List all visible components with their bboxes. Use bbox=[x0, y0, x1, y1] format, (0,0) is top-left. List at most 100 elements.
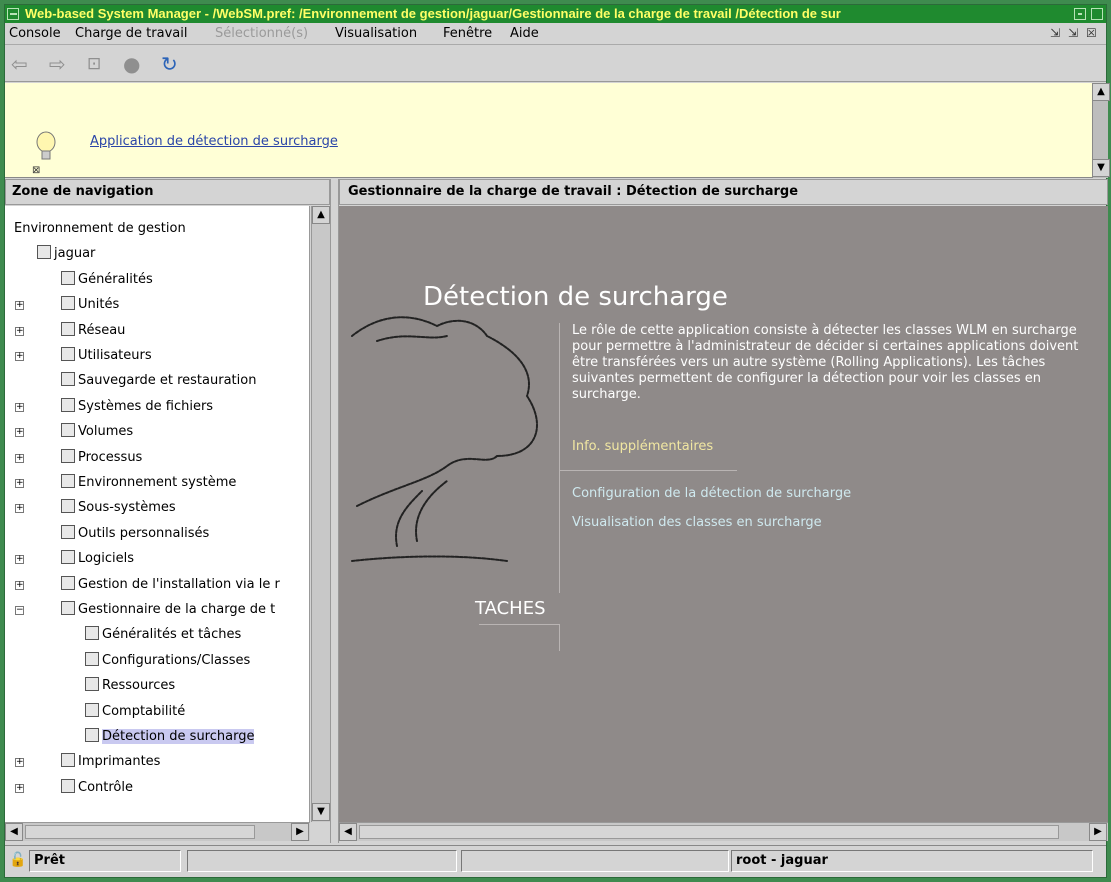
nav-item[interactable]: Volumes bbox=[61, 422, 133, 442]
nav-horizontal-scrollbar[interactable]: ◀ ▶ bbox=[5, 822, 310, 841]
nav-item[interactable]: Comptabilité bbox=[85, 702, 185, 722]
minimize-icon[interactable] bbox=[1074, 8, 1086, 20]
subsystems-icon bbox=[61, 499, 75, 514]
nav-item-label: Unités bbox=[78, 297, 120, 313]
scroll-right-icon[interactable]: ▶ bbox=[291, 823, 309, 841]
nav-item-label: Réseau bbox=[78, 322, 126, 338]
tips-scrollbar[interactable]: ▲ ▼ bbox=[1092, 83, 1110, 178]
nav-item[interactable]: Détection de surcharge bbox=[85, 727, 255, 747]
folder-icon bbox=[61, 397, 75, 412]
nav-item[interactable]: Contrôle bbox=[61, 778, 133, 798]
expand-icon[interactable]: + bbox=[15, 301, 24, 311]
nav-item[interactable]: Imprimantes bbox=[61, 752, 160, 772]
nav-item[interactable]: Gestionnaire de la charge de t bbox=[61, 600, 275, 620]
nav-vertical-scrollbar[interactable]: ▲ ▼ bbox=[311, 206, 330, 822]
window-frame: Web-based System Manager - /WebSM.pref: … bbox=[0, 0, 1111, 882]
status-field-3 bbox=[461, 850, 729, 872]
globe-icon bbox=[7, 220, 11, 234]
system-env-icon bbox=[61, 474, 75, 488]
nav-item[interactable]: Environnement système bbox=[61, 473, 236, 493]
collapse-tips-icon[interactable]: ⊠ bbox=[32, 165, 40, 176]
scroll-down-icon[interactable]: ▼ bbox=[312, 803, 330, 821]
maximize-icon[interactable] bbox=[1091, 8, 1103, 20]
nav-item-label: Volumes bbox=[78, 424, 134, 440]
detach-icon[interactable]: ⇲ bbox=[1068, 26, 1078, 40]
menu-view[interactable]: Visualisation bbox=[335, 26, 417, 41]
menu-help[interactable]: Aide bbox=[510, 26, 539, 41]
restore-icon[interactable]: ⇲ bbox=[1050, 26, 1060, 40]
nav-item[interactable]: jaguar bbox=[37, 244, 95, 264]
pane-splitter[interactable] bbox=[330, 179, 339, 843]
expand-icon[interactable]: + bbox=[15, 783, 24, 793]
users-icon bbox=[61, 347, 75, 361]
software-icon bbox=[61, 550, 75, 565]
divider-vertical-lower bbox=[559, 624, 560, 651]
scroll-left-icon[interactable]: ◀ bbox=[5, 823, 23, 841]
nav-item[interactable]: Généralités bbox=[61, 270, 153, 290]
expand-icon[interactable]: + bbox=[15, 352, 24, 361]
menu-console[interactable]: Console bbox=[9, 26, 61, 41]
expand-icon[interactable]: + bbox=[15, 453, 24, 463]
nav-item[interactable]: Ressources bbox=[85, 676, 175, 696]
forward-arrow-icon[interactable]: ⇨ bbox=[49, 54, 66, 74]
refresh-icon[interactable]: ↻ bbox=[161, 54, 178, 74]
expand-icon[interactable]: + bbox=[15, 504, 24, 514]
divider-vertical bbox=[559, 323, 560, 593]
expand-icon[interactable]: + bbox=[15, 402, 24, 412]
nav-item-label: Sous-systèmes bbox=[78, 500, 176, 516]
menu-selected[interactable]: Sélectionné(s) bbox=[215, 26, 308, 41]
nav-item-label: Sauvegarde et restauration bbox=[78, 373, 257, 389]
expand-icon[interactable]: + bbox=[15, 326, 24, 336]
task-configure-detection-link[interactable]: Configuration de la détection de surchar… bbox=[572, 486, 851, 501]
nav-item[interactable]: Systèmes de fichiers bbox=[61, 397, 213, 417]
expand-icon[interactable]: + bbox=[15, 479, 24, 488]
nav-item[interactable]: Sous-systèmes bbox=[61, 498, 176, 518]
task-view-overloaded-classes-link[interactable]: Visualisation des classes en surcharge bbox=[572, 515, 822, 530]
nav-item-label: Ressources bbox=[102, 678, 176, 694]
more-info-link[interactable]: Info. supplémentaires bbox=[572, 439, 713, 454]
scroll-right-icon[interactable]: ▶ bbox=[1089, 823, 1107, 841]
collapse-icon[interactable]: − bbox=[15, 606, 24, 615]
menu-window[interactable]: Fenêtre bbox=[443, 26, 492, 41]
scroll-thumb[interactable] bbox=[25, 825, 255, 839]
expand-icon[interactable]: + bbox=[15, 580, 24, 590]
nav-item[interactable]: Environnement de gestion bbox=[7, 219, 186, 239]
nav-item-label: Détection de surcharge bbox=[102, 729, 255, 744]
nav-item-label: Outils personnalisés bbox=[78, 525, 210, 541]
devices-icon bbox=[61, 296, 75, 311]
install-icon bbox=[61, 575, 75, 590]
nav-item[interactable]: Logiciels bbox=[61, 549, 134, 569]
nav-item[interactable]: Sauvegarde et restauration bbox=[61, 371, 256, 391]
scroll-up-icon[interactable]: ▲ bbox=[312, 206, 330, 224]
nav-item[interactable]: Gestion de l'installation via le r bbox=[61, 575, 280, 595]
menu-workload[interactable]: Charge de travail bbox=[75, 26, 187, 41]
nav-header: Zone de navigation bbox=[5, 179, 330, 205]
content-horizontal-scrollbar[interactable]: ◀ ▶ bbox=[339, 822, 1108, 841]
nav-item-label: Environnement de gestion bbox=[14, 221, 186, 236]
up-level-icon[interactable]: ⊡ bbox=[87, 54, 101, 74]
nav-item[interactable]: Généralités et tâches bbox=[85, 625, 241, 645]
nav-item[interactable]: Unités bbox=[61, 295, 119, 315]
scroll-left-icon[interactable]: ◀ bbox=[339, 823, 357, 841]
back-arrow-icon[interactable]: ⇦ bbox=[11, 54, 28, 74]
expand-icon[interactable]: + bbox=[15, 758, 24, 768]
title-bar[interactable]: Web-based System Manager - /WebSM.pref: … bbox=[5, 5, 1106, 23]
expand-icon[interactable]: + bbox=[15, 428, 24, 438]
overview-icon bbox=[61, 270, 75, 285]
stop-icon[interactable]: ● bbox=[123, 54, 140, 74]
nav-item[interactable]: Outils personnalisés bbox=[61, 524, 209, 544]
window-menu-icon[interactable] bbox=[7, 8, 19, 20]
scroll-down-icon[interactable]: ▼ bbox=[1092, 159, 1110, 177]
expand-icon[interactable]: + bbox=[15, 555, 24, 565]
scroll-thumb[interactable] bbox=[359, 825, 1059, 839]
close-icon[interactable]: ☒ bbox=[1086, 26, 1097, 40]
scroll-up-icon[interactable]: ▲ bbox=[1092, 83, 1110, 101]
nav-item[interactable]: Utilisateurs bbox=[61, 346, 152, 366]
nav-item[interactable]: Configurations/Classes bbox=[85, 651, 250, 671]
status-user: root - jaguar bbox=[731, 850, 1093, 872]
tip-link[interactable]: Application de détection de surcharge bbox=[90, 134, 338, 149]
nav-item[interactable]: Processus bbox=[61, 448, 142, 468]
nav-item[interactable]: Réseau bbox=[61, 321, 125, 341]
description-text: Le rôle de cette application consiste à … bbox=[572, 323, 1079, 402]
toolbar: ⇦ ⇨ ⊡ ● ↻ bbox=[5, 46, 1106, 82]
